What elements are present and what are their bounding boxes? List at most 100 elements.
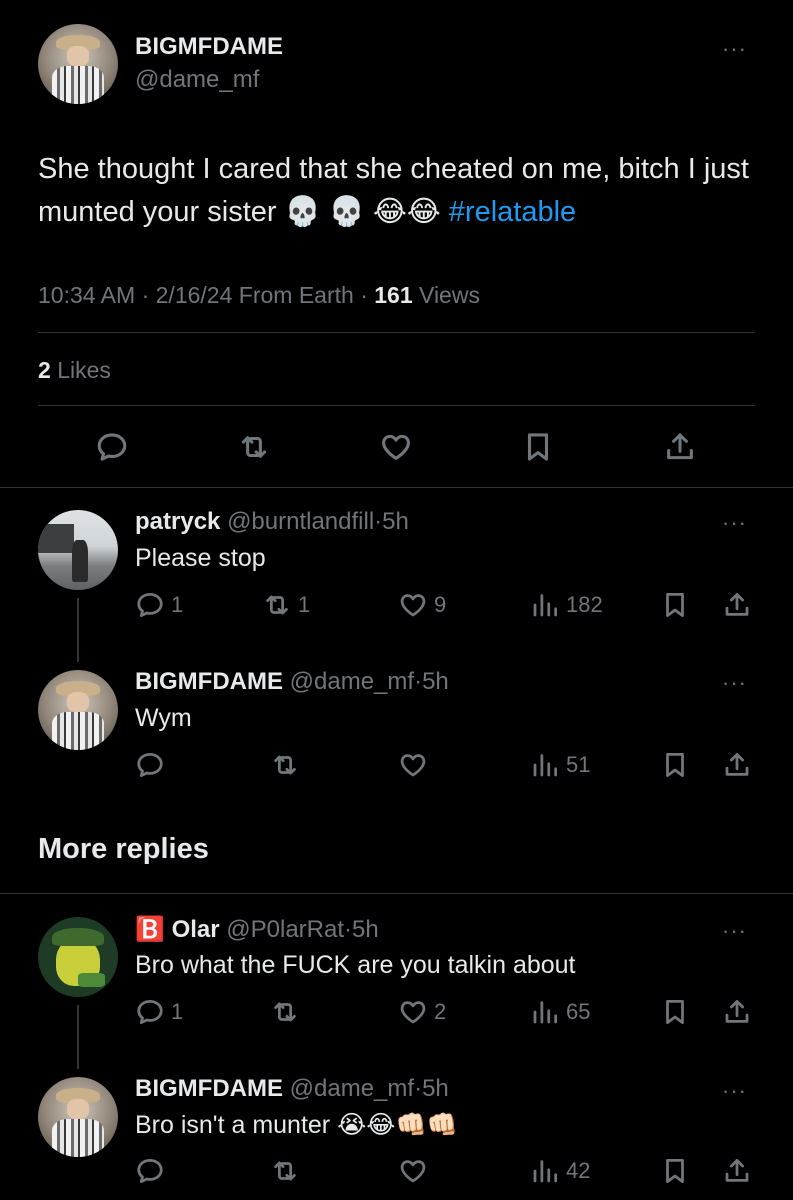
reply-handle[interactable]: @dame_mf <box>290 1075 414 1102</box>
like-icon <box>398 997 428 1027</box>
reply-time[interactable]: 5h <box>382 508 409 535</box>
avatar-olar[interactable] <box>38 917 118 997</box>
view-count: 51 <box>566 752 591 777</box>
reply-button[interactable]: 1 <box>135 590 183 620</box>
post-date[interactable]: 2/16/24 From Earth <box>156 282 354 308</box>
share-icon <box>663 430 697 464</box>
views-button[interactable]: 65 <box>530 997 590 1027</box>
bookmark-button[interactable] <box>521 430 555 464</box>
divider <box>0 893 793 894</box>
reply-count: 1 <box>171 999 184 1024</box>
share-button[interactable] <box>722 590 752 620</box>
more-icon[interactable]: ··· <box>722 672 747 694</box>
more-replies-heading: More replies <box>38 833 209 865</box>
like-count: 2 <box>434 999 447 1024</box>
views-icon <box>530 750 560 780</box>
reply-header: BIGMFDAME @dame_mf·5h <box>135 1075 449 1102</box>
reply-button[interactable] <box>135 750 165 780</box>
reply-button[interactable] <box>95 430 129 464</box>
bookmark-button[interactable] <box>660 997 690 1027</box>
share-button[interactable] <box>663 430 697 464</box>
views-label: Views <box>419 282 480 308</box>
like-button[interactable] <box>398 750 428 780</box>
view-count: 182 <box>566 592 603 617</box>
views-icon <box>530 997 560 1027</box>
post-time[interactable]: 10:34 AM <box>38 282 135 308</box>
more-icon[interactable]: ··· <box>722 920 747 942</box>
avatar-patryck[interactable] <box>38 510 118 590</box>
likes-label: Likes <box>57 357 111 383</box>
main-post-emojis: 💀 💀 😂😂 <box>284 196 441 228</box>
reply-count: 1 <box>171 592 184 617</box>
views-icon <box>530 1156 560 1186</box>
avatar-bigmfdame[interactable] <box>38 670 118 750</box>
avatar-bigmfdame[interactable] <box>38 24 118 104</box>
hashtag-link[interactable]: #relatable <box>449 196 576 228</box>
bookmark-icon <box>660 590 690 620</box>
retweet-button[interactable]: 1 <box>262 590 310 620</box>
like-count: 9 <box>434 592 447 617</box>
reply-icon <box>135 590 165 620</box>
retweet-button[interactable] <box>270 1156 300 1186</box>
views-button[interactable]: 182 <box>530 590 603 620</box>
like-icon <box>398 1156 428 1186</box>
views-count: 161 <box>374 282 413 308</box>
retweet-icon <box>237 430 271 464</box>
reply-text: Bro what the FUCK are you talkin about <box>135 951 576 979</box>
more-icon[interactable]: ··· <box>722 512 747 534</box>
reply-handle[interactable]: @P0larRat <box>226 916 344 943</box>
reply-display-name[interactable]: BIGMFDAME <box>135 668 283 695</box>
share-button[interactable] <box>722 1156 752 1186</box>
retweet-icon <box>270 1156 300 1186</box>
share-icon <box>722 1156 752 1186</box>
share-button[interactable] <box>722 750 752 780</box>
avatar-bigmfdame[interactable] <box>38 1077 118 1157</box>
bookmark-icon <box>660 997 690 1027</box>
more-icon[interactable]: ··· <box>722 1080 747 1102</box>
like-button[interactable]: 9 <box>398 590 446 620</box>
share-button[interactable] <box>722 997 752 1027</box>
bookmark-button[interactable] <box>660 1156 690 1186</box>
like-button[interactable] <box>398 1156 428 1186</box>
like-button[interactable] <box>379 430 413 464</box>
likes-summary[interactable]: 2 Likes <box>38 357 111 384</box>
views-icon <box>530 590 560 620</box>
retweet-button[interactable] <box>270 750 300 780</box>
reply-header: BIGMFDAME @dame_mf·5h <box>135 668 449 695</box>
reply-display-name[interactable]: BIGMFDAME <box>135 1075 283 1102</box>
more-icon[interactable]: ··· <box>722 38 747 60</box>
like-icon <box>398 590 428 620</box>
reply-icon <box>135 997 165 1027</box>
reply-emojis: 😭😂👊🏻👊🏻 <box>337 1111 458 1139</box>
likes-count: 2 <box>38 357 51 383</box>
reply-button[interactable] <box>135 1156 165 1186</box>
divider <box>38 405 755 406</box>
reply-display-name[interactable]: patryck <box>135 508 220 535</box>
reply-header: 🅱️ Olar @P0larRat·5h <box>135 916 379 943</box>
retweet-button[interactable] <box>270 997 300 1027</box>
main-post-meta: 10:34 AM · 2/16/24 From Earth · 161 View… <box>38 282 480 308</box>
main-post-text: She thought I cared that she cheated on … <box>38 148 758 234</box>
share-icon <box>722 590 752 620</box>
reply-time[interactable]: 5h <box>352 916 379 943</box>
divider <box>38 332 755 333</box>
main-post-display-name[interactable]: BIGMFDAME <box>135 33 283 61</box>
reply-icon <box>135 1156 165 1186</box>
reply-button[interactable]: 1 <box>135 997 183 1027</box>
main-post-handle[interactable]: @dame_mf <box>135 66 259 94</box>
bookmark-button[interactable] <box>660 750 690 780</box>
reply-time[interactable]: 5h <box>422 668 449 695</box>
bookmark-button[interactable] <box>660 590 690 620</box>
retweet-button[interactable] <box>237 430 271 464</box>
reply-text: Bro isn't a munter <box>135 1111 331 1139</box>
reply-display-name[interactable]: Olar <box>172 916 220 943</box>
reply-handle[interactable]: @dame_mf <box>290 668 414 695</box>
reply-handle[interactable]: @burntlandfill <box>227 508 374 535</box>
like-button[interactable]: 2 <box>398 997 446 1027</box>
views-button[interactable]: 51 <box>530 750 590 780</box>
retweet-icon <box>270 997 300 1027</box>
views-button[interactable]: 42 <box>530 1156 590 1186</box>
bookmark-icon <box>660 1156 690 1186</box>
retweet-count: 1 <box>298 592 311 617</box>
reply-time[interactable]: 5h <box>422 1075 449 1102</box>
